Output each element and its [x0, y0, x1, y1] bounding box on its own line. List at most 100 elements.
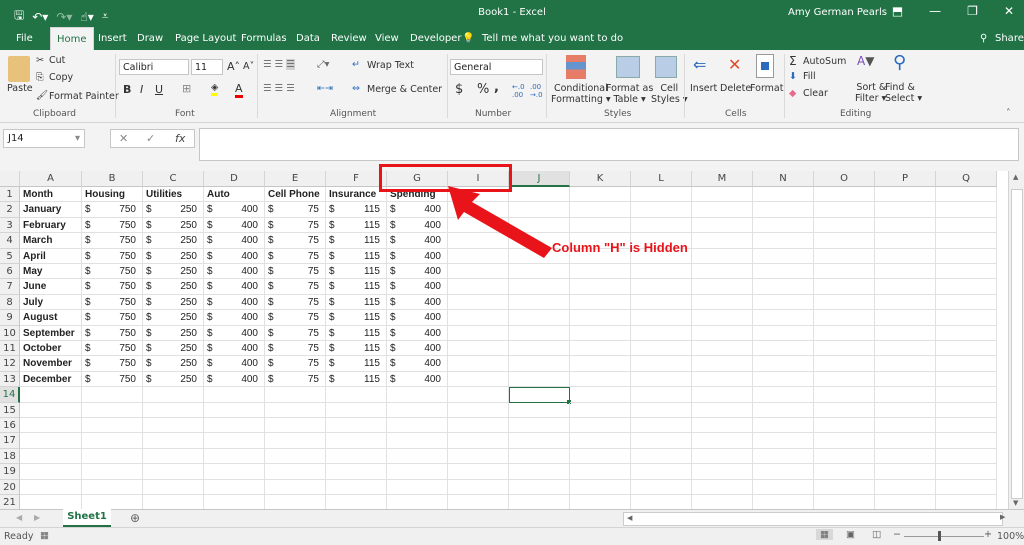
cell-c6[interactable]: $250 [143, 264, 204, 280]
zoom-level[interactable]: 100% [997, 531, 1024, 542]
cell-d4[interactable]: $400 [204, 233, 265, 249]
cell-c12[interactable]: $250 [143, 356, 204, 372]
cell-g17[interactable] [387, 433, 448, 449]
cell-l6[interactable] [631, 264, 692, 280]
cell-n20[interactable] [753, 479, 814, 495]
cell-e12[interactable]: $75 [265, 356, 326, 372]
cell-e6[interactable]: $75 [265, 264, 326, 280]
cell-a10[interactable]: September [20, 325, 82, 341]
cell-o17[interactable] [814, 433, 875, 449]
cell-b1[interactable]: Housing [82, 187, 143, 203]
scroll-left-icon[interactable]: ◀ [627, 514, 632, 522]
font-color-icon[interactable]: A [235, 82, 243, 98]
cell-k11[interactable] [570, 341, 631, 357]
cell-j7[interactable] [509, 279, 570, 295]
cell-e11[interactable]: $75 [265, 341, 326, 357]
cell-j17[interactable] [509, 433, 570, 449]
cell-c16[interactable] [143, 418, 204, 434]
cell-b3[interactable]: $750 [82, 217, 143, 234]
cell-q16[interactable] [936, 418, 997, 434]
cell-m6[interactable] [692, 264, 753, 280]
cell-d13[interactable]: $400 [204, 371, 265, 388]
zoom-slider-thumb[interactable] [938, 531, 941, 541]
cell-c17[interactable] [143, 433, 204, 449]
cell-i18[interactable] [448, 448, 509, 465]
cell-j19[interactable] [509, 464, 570, 480]
cell-a7[interactable]: June [20, 279, 82, 295]
cell-p13[interactable] [875, 371, 936, 388]
row-header-18[interactable]: 18 [0, 448, 20, 465]
cell-f20[interactable] [326, 479, 387, 495]
cell-g3[interactable]: $400 [387, 217, 448, 234]
cut-button[interactable]: Cut [49, 55, 65, 66]
cell-f15[interactable] [326, 402, 387, 418]
ribbon-display-icon[interactable]: ⬒ [892, 4, 903, 18]
cell-f11[interactable]: $115 [326, 341, 387, 357]
cell-i21[interactable] [448, 495, 509, 509]
cell-c10[interactable]: $250 [143, 325, 204, 341]
cell-f8[interactable]: $115 [326, 294, 387, 311]
row-header-8[interactable]: 8 [0, 294, 20, 311]
cell-g21[interactable] [387, 495, 448, 509]
fill-button[interactable]: Fill [803, 71, 816, 82]
cell-c3[interactable]: $250 [143, 217, 204, 234]
column-header-n[interactable]: N [753, 171, 814, 187]
cell-f16[interactable] [326, 418, 387, 434]
cell-g19[interactable] [387, 464, 448, 480]
cell-k20[interactable] [570, 479, 631, 495]
cell-d21[interactable] [204, 495, 265, 509]
font-size-select[interactable]: 11 [191, 59, 223, 75]
cell-b7[interactable]: $750 [82, 279, 143, 295]
cell-k13[interactable] [570, 371, 631, 388]
row-header-9[interactable]: 9 [0, 310, 20, 326]
tab-draw[interactable]: Draw [137, 31, 163, 46]
cell-i8[interactable] [448, 294, 509, 311]
cell-e2[interactable]: $75 [265, 202, 326, 218]
cell-l19[interactable] [631, 464, 692, 480]
cell-m4[interactable] [692, 233, 753, 249]
format-as-table-button[interactable]: Format as Table ▾ [606, 83, 653, 105]
font-name-select[interactable]: Calibri [119, 59, 189, 75]
cell-o10[interactable] [814, 325, 875, 341]
cell-c5[interactable]: $250 [143, 248, 204, 264]
cell-a14[interactable] [20, 387, 82, 403]
cell-p9[interactable] [875, 310, 936, 326]
scroll-right-icon[interactable]: ▶ [1000, 513, 1005, 521]
cell-d8[interactable]: $400 [204, 294, 265, 311]
cell-n2[interactable] [753, 202, 814, 218]
cell-i10[interactable] [448, 325, 509, 341]
cell-g4[interactable]: $400 [387, 233, 448, 249]
cell-e15[interactable] [265, 402, 326, 418]
shrink-font-icon[interactable]: A˅ [243, 61, 254, 72]
page-break-view-icon[interactable]: ◫ [872, 529, 881, 540]
cell-q20[interactable] [936, 479, 997, 495]
column-header-q[interactable]: Q [936, 171, 997, 187]
cell-l14[interactable] [631, 387, 692, 403]
cell-p18[interactable] [875, 448, 936, 465]
cell-b2[interactable]: $750 [82, 202, 143, 218]
cell-l3[interactable] [631, 217, 692, 234]
cell-i17[interactable] [448, 433, 509, 449]
cell-e13[interactable]: $75 [265, 371, 326, 388]
close-icon[interactable]: ✕ [1004, 4, 1014, 18]
cell-a21[interactable] [20, 495, 82, 509]
cell-n4[interactable] [753, 233, 814, 249]
cell-i14[interactable] [448, 387, 509, 403]
cell-e5[interactable]: $75 [265, 248, 326, 264]
cell-e3[interactable]: $75 [265, 217, 326, 234]
cell-g18[interactable] [387, 448, 448, 465]
cell-o4[interactable] [814, 233, 875, 249]
orientation-icon[interactable]: ⤢▾ [317, 59, 329, 70]
cell-b19[interactable] [82, 464, 143, 480]
cell-a11[interactable]: October [20, 341, 82, 357]
cell-g12[interactable]: $400 [387, 356, 448, 372]
tab-file[interactable]: File [16, 31, 33, 46]
cell-p4[interactable] [875, 233, 936, 249]
selected-cell-j14[interactable] [509, 387, 571, 404]
cell-p14[interactable] [875, 387, 936, 403]
row-header-11[interactable]: 11 [0, 341, 20, 357]
cell-j12[interactable] [509, 356, 570, 372]
row-header-17[interactable]: 17 [0, 433, 20, 449]
cell-b9[interactable]: $750 [82, 310, 143, 326]
column-header-c[interactable]: C [143, 171, 204, 187]
